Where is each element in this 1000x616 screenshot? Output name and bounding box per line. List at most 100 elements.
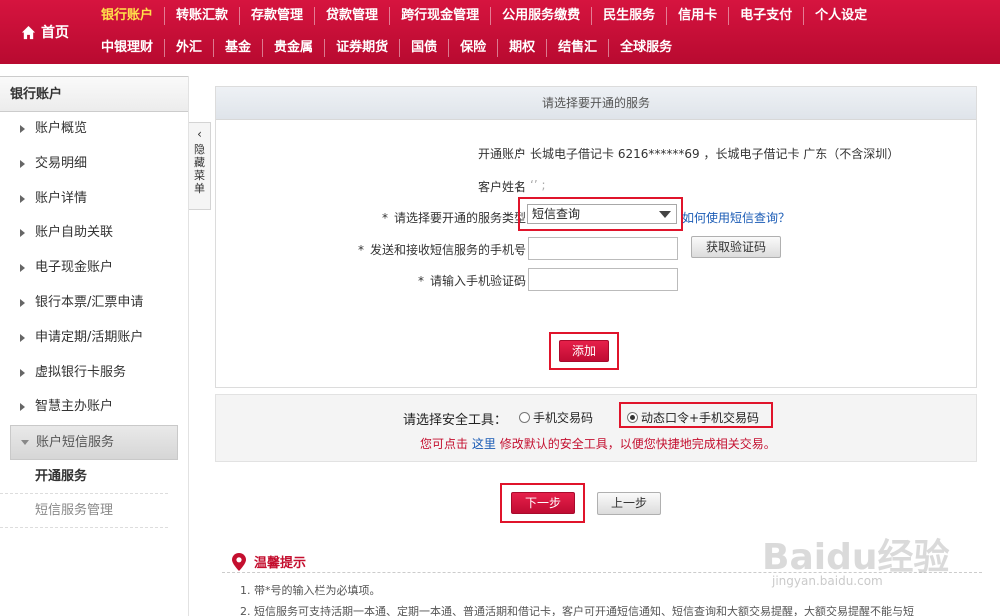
phone-input[interactable] xyxy=(528,237,678,260)
code-label-text: 请输入手机验证码 xyxy=(429,274,526,288)
get-code-button[interactable]: 获取验证码 xyxy=(691,236,781,258)
baidu-watermark: Baidu经验 jingyan.baidu.com xyxy=(762,528,982,598)
nav-item-fx-settlement[interactable]: 结售汇 xyxy=(546,39,608,57)
nav-item-precious-metal[interactable]: 贵金属 xyxy=(262,39,324,57)
top-nav: 首页 银行账户 转账汇款 存款管理 贷款管理 跨行现金管理 公用服务缴费 民生服… xyxy=(0,0,1000,64)
sidebar-item-label: 账户短信服务 xyxy=(36,435,115,451)
nav-row-1: 银行账户 转账汇款 存款管理 贷款管理 跨行现金管理 公用服务缴费 民生服务 信… xyxy=(90,0,878,32)
sidebar-item-account-details[interactable]: 账户详情 xyxy=(0,182,188,217)
sidebar-item-label: 申请定期/活期账户 xyxy=(35,329,144,345)
add-button[interactable]: 添加 xyxy=(559,340,609,362)
sidebar-item-transactions[interactable]: 交易明细 xyxy=(0,147,188,182)
verification-code-input[interactable] xyxy=(528,268,678,291)
tip-item: 2. 短信服务可支持活期一本通、定期一本通、普通活期和借记卡，客户可开通短信通知… xyxy=(240,605,914,616)
name-value: ‘’ ; xyxy=(530,178,546,192)
required-mark: * xyxy=(417,274,424,288)
caret-right-icon xyxy=(20,368,25,377)
sidebar-item-label: 交易明细 xyxy=(35,155,88,171)
nav-item-utility-payment[interactable]: 公用服务缴费 xyxy=(490,7,591,25)
nav-item-settings[interactable]: 个人设定 xyxy=(803,7,878,25)
phone-row: * 发送和接收短信服务的手机号 ： 获取验证码 xyxy=(216,236,976,261)
nav-item-global[interactable]: 全球服务 xyxy=(608,39,683,57)
phone-label-text: 发送和接收短信服务的手机号 xyxy=(369,243,526,257)
security-hint: 您可点击 这里 修改默认的安全工具，以便您快捷地完成相关交易。 xyxy=(420,435,776,452)
tips-divider xyxy=(222,572,982,573)
caret-down-icon xyxy=(21,440,29,446)
sidebar-title: 银行账户 xyxy=(0,76,188,112)
hide-menu-tab[interactable]: ‹ 隐藏菜单 xyxy=(189,122,211,210)
radio-checked-icon xyxy=(627,412,638,423)
sidebar-item-label: 账户自助关联 xyxy=(35,225,114,241)
dropdown-arrow-icon xyxy=(659,211,671,218)
change-security-link[interactable]: 这里 xyxy=(472,437,496,451)
radio-mobile-code[interactable]: 手机交易码 xyxy=(519,409,593,426)
sidebar-item-draft-request[interactable]: 银行本票/汇票申请 xyxy=(0,286,188,321)
watermark-url: jingyan.baidu.com xyxy=(772,574,883,588)
nav-item-options[interactable]: 期权 xyxy=(497,39,546,57)
home-label: 首页 xyxy=(41,25,69,41)
service-type-label: * 请选择要开通的服务类型 xyxy=(382,209,526,226)
nav-item-bonds[interactable]: 国债 xyxy=(399,39,448,57)
security-option-highlight: 动态口令+手机交易码 xyxy=(619,402,773,428)
colon: ： xyxy=(516,274,529,288)
service-form-panel: 请选择要开通的服务 开通账户 ： 长城电子借记卡 6216******69 ，长… xyxy=(215,86,977,388)
service-type-select[interactable]: 短信查询 xyxy=(527,204,677,224)
phone-label: * 发送和接收短信服务的手机号 xyxy=(358,241,526,258)
nav-item-bank-account[interactable]: 银行账户 xyxy=(90,7,164,25)
caret-right-icon xyxy=(20,159,25,168)
security-tool-label: 请选择安全工具： xyxy=(403,413,508,428)
sidebar-item-label: 虚拟银行卡服务 xyxy=(35,364,127,380)
nav-item-securities[interactable]: 证券期货 xyxy=(324,39,399,57)
code-row: * 请输入手机验证码 ： xyxy=(216,268,976,292)
caret-right-icon xyxy=(20,333,25,342)
sidebar-item-virtual-card[interactable]: 虚拟银行卡服务 xyxy=(0,356,188,391)
chevron-left-icon: ‹ xyxy=(197,127,202,141)
service-type-label-text: 请选择要开通的服务类型 xyxy=(393,211,526,225)
nav-item-transfer[interactable]: 转账汇款 xyxy=(164,7,239,25)
location-pin-icon xyxy=(232,552,246,571)
previous-step-button[interactable]: 上一步 xyxy=(597,492,661,515)
service-type-row: * 请选择要开通的服务类型 ： 短信查询 如何使用短信查询？ xyxy=(216,197,976,231)
home-icon xyxy=(21,25,36,39)
sidebar-item-label: 账户概览 xyxy=(35,121,88,136)
colon: ： xyxy=(516,180,529,194)
sidebar-item-self-link[interactable]: 账户自助关联 xyxy=(0,216,188,251)
sidebar-subitem-open-service[interactable]: 开通服务 xyxy=(0,460,168,494)
service-type-highlight: 短信查询 xyxy=(518,197,683,231)
nav-item-e-payment[interactable]: 电子支付 xyxy=(728,7,803,25)
next-step-button[interactable]: 下一步 xyxy=(511,492,575,514)
required-mark: * xyxy=(381,211,388,225)
hide-menu-label: 隐藏菜单 xyxy=(194,143,205,195)
nav-item-livelihood[interactable]: 民生服务 xyxy=(591,7,666,25)
home-link[interactable]: 首页 xyxy=(0,0,90,64)
account-row: 开通账户 ： 长城电子借记卡 6216******69 ，长城电子借记卡 广东（… xyxy=(216,141,976,165)
nav-item-loan[interactable]: 贷款管理 xyxy=(314,7,389,25)
sidebar-item-open-account[interactable]: 申请定期/活期账户 xyxy=(0,321,188,356)
nav-row-2: 中银理财 外汇 基金 贵金属 证券期货 国债 保险 期权 结售汇 全球服务 xyxy=(90,32,683,64)
sms-help-link[interactable]: 如何使用短信查询？ xyxy=(682,209,790,226)
nav-item-insurance[interactable]: 保险 xyxy=(448,39,497,57)
nav-item-wealth[interactable]: 中银理财 xyxy=(90,39,164,57)
nav-item-fund[interactable]: 基金 xyxy=(213,39,262,57)
nav-item-forex[interactable]: 外汇 xyxy=(164,39,213,57)
sidebar-item-sms-service[interactable]: 账户短信服务 xyxy=(10,425,178,460)
nav-item-deposit[interactable]: 存款管理 xyxy=(239,7,314,25)
sidebar-item-smart-account[interactable]: 智慧主办账户 xyxy=(0,390,188,425)
caret-right-icon xyxy=(20,229,25,238)
sidebar: 银行账户 账户概览 交易明细 账户详情 账户自助关联 电子现金账户 银行本票/汇… xyxy=(0,76,189,616)
sidebar-item-label: 电子现金账户 xyxy=(35,260,114,276)
sidebar-item-account-overview[interactable]: 账户概览 xyxy=(0,112,188,147)
tips-title-text: 温馨提示 xyxy=(254,556,307,571)
radio-token-mobile-code-label: 动态口令+手机交易码 xyxy=(641,411,760,425)
account-value: 长城电子借记卡 6216******69 ，长城电子借记卡 广东（不含深圳） xyxy=(530,147,900,161)
nav-item-credit-card[interactable]: 信用卡 xyxy=(666,7,728,25)
next-button-highlight: 下一步 xyxy=(500,483,585,523)
radio-token-mobile-code[interactable]: 动态口令+手机交易码 xyxy=(627,409,759,426)
sidebar-item-e-cash[interactable]: 电子现金账户 xyxy=(0,251,188,286)
service-type-selected: 短信查询 xyxy=(532,207,581,221)
colon: ： xyxy=(516,147,529,161)
security-tool-box: 请选择安全工具： 手机交易码 动态口令+手机交易码 您可点击 这里 修改默认的安… xyxy=(215,394,977,462)
sidebar-subitem-sms-management[interactable]: 短信服务管理 xyxy=(0,494,168,528)
nav-item-cash-management[interactable]: 跨行现金管理 xyxy=(389,7,490,25)
caret-right-icon xyxy=(20,298,25,307)
